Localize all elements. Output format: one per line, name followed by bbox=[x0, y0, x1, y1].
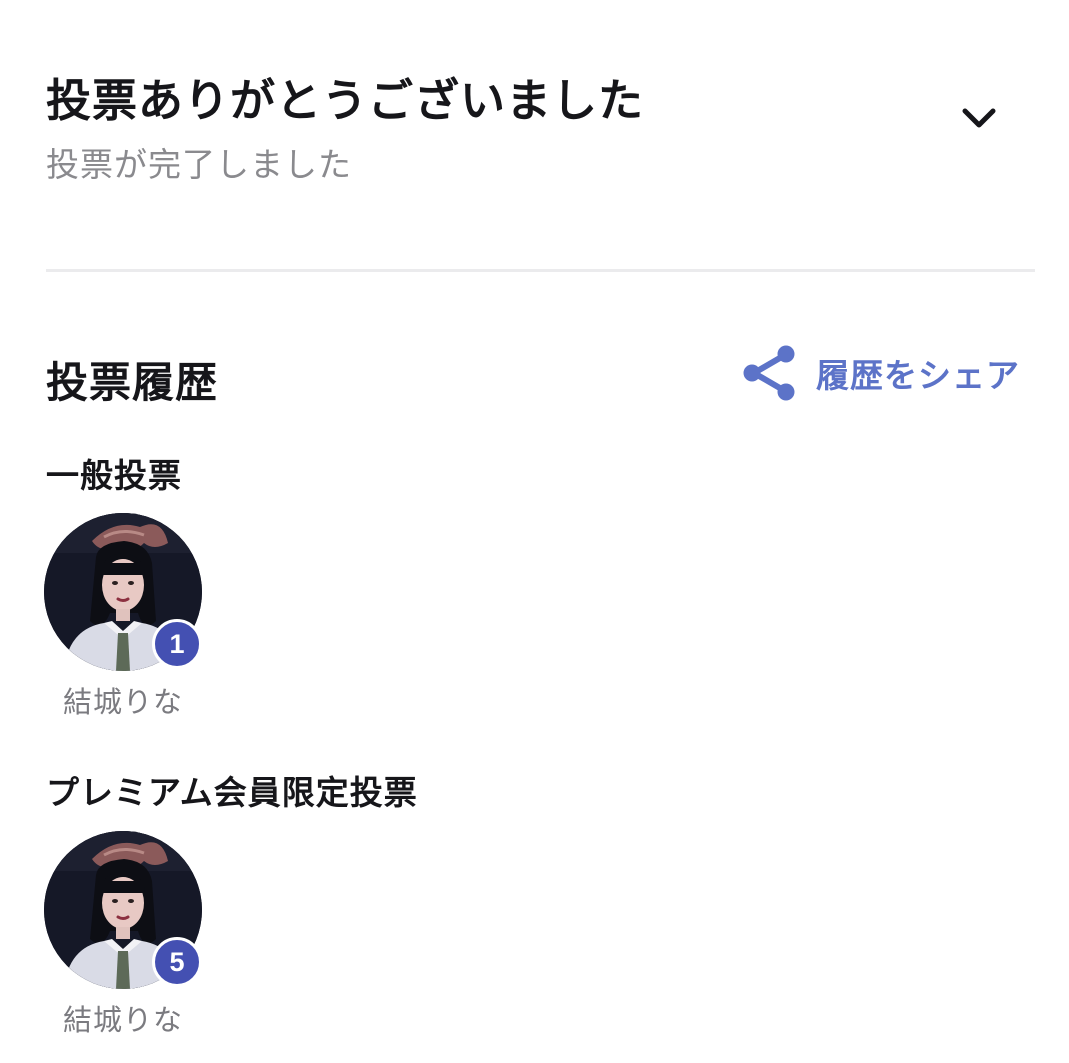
vote-complete-panel: 投票ありがとうございました 投票が完了しました 投票履歴 履歴をシェア 一般投票 bbox=[0, 0, 1069, 1063]
voted-candidate-general[interactable]: 1 結城りな bbox=[44, 513, 204, 719]
general-vote-title: 一般投票 bbox=[46, 456, 182, 495]
share-history-label: 履歴をシェア bbox=[816, 356, 1020, 395]
share-icon bbox=[743, 345, 795, 401]
premium-vote-title: プレミアム会員限定投票 bbox=[46, 773, 418, 812]
vote-history-title: 投票履歴 bbox=[46, 358, 219, 407]
vote-complete-header: 投票ありがとうございました 投票が完了しました bbox=[46, 60, 1036, 190]
page-title: 投票ありがとうございました bbox=[46, 74, 645, 127]
chevron-down-icon bbox=[962, 108, 996, 128]
section-divider bbox=[46, 269, 1035, 272]
voted-candidate-premium[interactable]: 5 結城りな bbox=[44, 831, 204, 1037]
candidate-name: 結城りな bbox=[62, 685, 183, 719]
collapse-toggle-button[interactable] bbox=[954, 96, 1004, 140]
candidate-name: 結城りな bbox=[62, 1003, 183, 1037]
page-subtitle: 投票が完了しました bbox=[46, 145, 352, 184]
vote-count-badge: 1 bbox=[152, 619, 202, 669]
share-history-button[interactable]: 履歴をシェア bbox=[742, 344, 1020, 402]
vote-count-badge: 5 bbox=[152, 937, 202, 987]
